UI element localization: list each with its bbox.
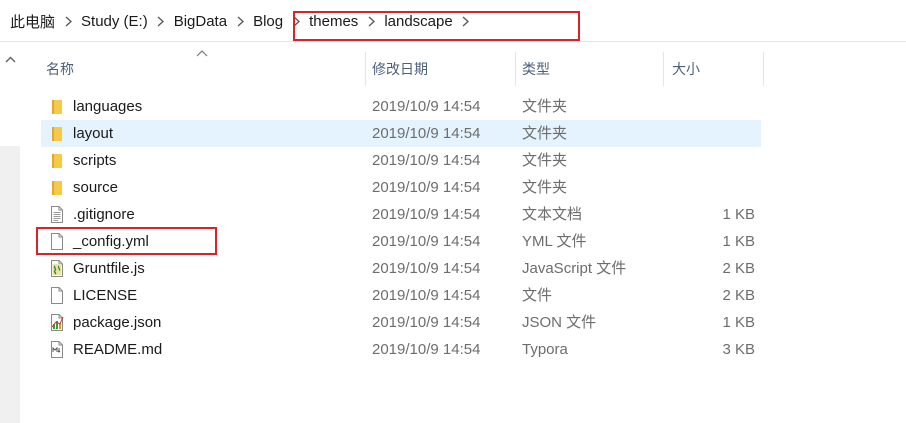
file-type: 文件夹 (522, 98, 568, 115)
file-name: source (73, 179, 119, 196)
file-size: 2 KB (722, 287, 755, 304)
navigation-scrollbar[interactable] (0, 146, 20, 423)
chevron-right-icon[interactable] (455, 8, 477, 34)
file-modified-date: 2019/10/9 14:54 (372, 152, 481, 169)
column-header-size[interactable]: 大小 (666, 52, 764, 86)
chevron-right-icon[interactable] (150, 8, 172, 34)
scroll-up-arrow-icon[interactable] (3, 52, 17, 66)
file-modified-date: 2019/10/9 14:54 (372, 287, 481, 304)
folder-icon (48, 124, 66, 143)
file-row-scripts[interactable]: scripts 2019/10/9 14:54 文件夹 (41, 147, 761, 174)
file-explorer-window: 此电脑 Study (E:) BigData Blog themes lands… (0, 0, 906, 423)
markdown-file-icon (48, 340, 66, 359)
file-type: JavaScript 文件 (522, 260, 627, 277)
file-row-layout[interactable]: layout 2019/10/9 14:54 文件夹 (41, 120, 761, 147)
folder-icon (48, 97, 66, 116)
file-size: 2 KB (722, 260, 755, 277)
file-row-languages[interactable]: languages 2019/10/9 14:54 文件夹 (41, 93, 761, 120)
chevron-right-icon[interactable] (229, 8, 251, 34)
file-modified-date: 2019/10/9 14:54 (372, 206, 481, 223)
file-modified-date: 2019/10/9 14:54 (372, 260, 481, 277)
file-type: YML 文件 (522, 233, 587, 250)
file-name: _config.yml (73, 233, 149, 250)
chevron-right-icon[interactable] (57, 8, 79, 34)
file-row-gitignore[interactable]: .gitignore 2019/10/9 14:54 文本文档 1 KB (41, 201, 761, 228)
file-row-package-json[interactable]: package.json 2019/10/9 14:54 JSON 文件 1 K… (41, 309, 761, 336)
file-name: Gruntfile.js (73, 260, 145, 277)
file-type: 文件夹 (522, 125, 568, 142)
breadcrumb-item-blog[interactable]: Blog (251, 13, 285, 30)
file-size: 1 KB (722, 233, 755, 250)
javascript-file-icon (48, 259, 66, 278)
blank-file-icon (48, 286, 66, 305)
file-type: 文本文档 (522, 206, 583, 223)
breadcrumb-item-landscape[interactable]: landscape (382, 13, 454, 30)
file-row-readme[interactable]: README.md 2019/10/9 14:54 Typora 3 KB (41, 336, 761, 363)
column-header-modified[interactable]: 修改日期 (366, 52, 516, 86)
file-list: languages 2019/10/9 14:54 文件夹 layout 201… (41, 93, 761, 363)
file-row-gruntfile[interactable]: Gruntfile.js 2019/10/9 14:54 JavaScript … (41, 255, 761, 282)
file-type: JSON 文件 (522, 314, 597, 331)
column-header-row: 名称 修改日期 类型 大小 (20, 50, 906, 86)
text-document-icon (48, 205, 66, 224)
file-name: package.json (73, 314, 162, 331)
file-modified-date: 2019/10/9 14:54 (372, 179, 481, 196)
breadcrumb-item-drive[interactable]: Study (E:) (79, 13, 150, 30)
column-divider[interactable] (763, 52, 764, 86)
file-type: Typora (522, 341, 568, 358)
column-divider[interactable] (663, 52, 664, 86)
file-modified-date: 2019/10/9 14:54 (372, 98, 481, 115)
file-row-license[interactable]: LICENSE 2019/10/9 14:54 文件 2 KB (41, 282, 761, 309)
column-header-name[interactable]: 名称 (40, 52, 366, 86)
file-name: LICENSE (73, 287, 138, 304)
file-modified-date: 2019/10/9 14:54 (372, 233, 481, 250)
blank-file-icon (48, 232, 66, 251)
file-name: scripts (73, 152, 117, 169)
file-size: 1 KB (722, 314, 755, 331)
json-file-icon (48, 313, 66, 332)
breadcrumb-item-bigdata[interactable]: BigData (172, 13, 229, 30)
column-header-type[interactable]: 类型 (516, 52, 664, 86)
file-name: .gitignore (73, 206, 135, 223)
breadcrumb-item-this-pc[interactable]: 此电脑 (8, 11, 57, 32)
file-size: 1 KB (722, 206, 755, 223)
file-modified-date: 2019/10/9 14:54 (372, 125, 481, 142)
file-size: 3 KB (722, 341, 755, 358)
folder-icon (48, 178, 66, 197)
breadcrumb: 此电脑 Study (E:) BigData Blog themes lands… (8, 8, 477, 34)
file-type: 文件夹 (522, 179, 568, 196)
file-name: layout (73, 125, 114, 142)
breadcrumb-item-themes[interactable]: themes (307, 13, 360, 30)
file-row-config-yml[interactable]: _config.yml 2019/10/9 14:54 YML 文件 1 KB (41, 228, 761, 255)
file-modified-date: 2019/10/9 14:54 (372, 341, 481, 358)
chevron-right-icon[interactable] (285, 8, 307, 34)
file-type: 文件 (522, 287, 553, 304)
folder-icon (48, 151, 66, 170)
file-name: languages (73, 98, 143, 115)
file-type: 文件夹 (522, 152, 568, 169)
chevron-right-icon[interactable] (360, 8, 382, 34)
file-row-source[interactable]: source 2019/10/9 14:54 文件夹 (41, 174, 761, 201)
file-name: README.md (73, 341, 163, 358)
file-modified-date: 2019/10/9 14:54 (372, 314, 481, 331)
address-bar[interactable]: 此电脑 Study (E:) BigData Blog themes lands… (0, 8, 906, 42)
